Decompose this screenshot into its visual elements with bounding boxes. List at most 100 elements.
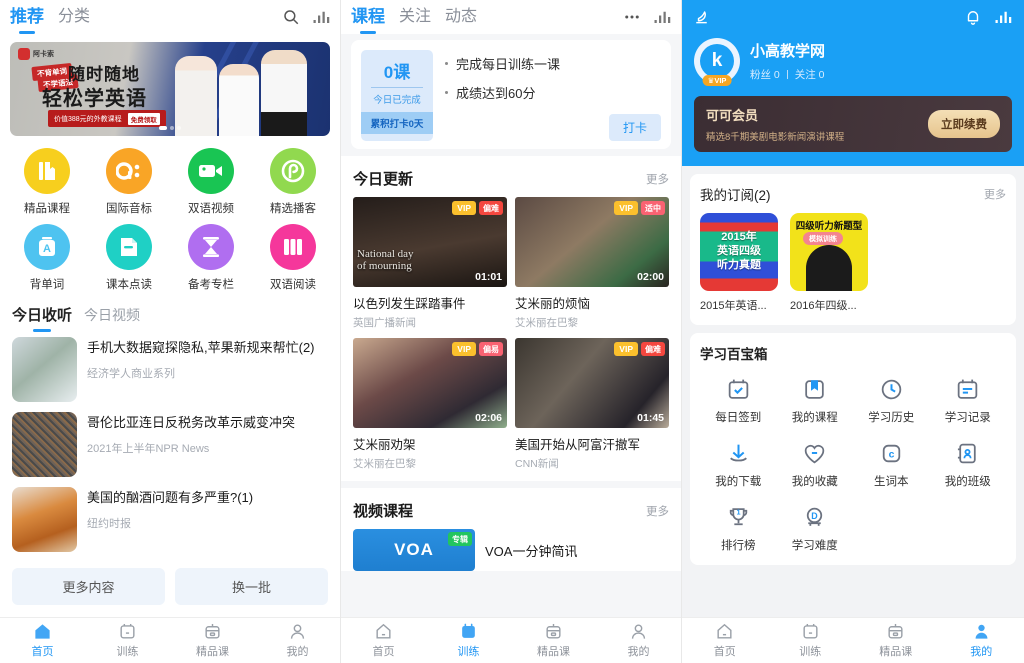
grid-label: 课本点读 [106, 279, 152, 291]
video-card[interactable]: VIP 偏难 National day of mourning 01:01 以色列… [353, 197, 507, 330]
pager-dot[interactable] [159, 126, 167, 130]
grid-item-podcast[interactable]: 精选播客 [252, 148, 334, 216]
nav-home[interactable]: 首页 [682, 622, 768, 659]
pager-dot[interactable] [170, 126, 174, 130]
tool-study-history[interactable]: 学习历史 [853, 377, 930, 425]
video-source: 艾米丽在巴黎 [515, 317, 578, 329]
grid-item-memorize-words[interactable]: A 背单词 [6, 224, 88, 292]
tool-vocabulary-book[interactable]: c 生词本 [853, 441, 930, 489]
tab-following[interactable]: 关注 [399, 8, 431, 27]
nav-profile[interactable]: 我的 [939, 622, 1024, 659]
video-card[interactable]: VIP 偏难 01:45 美国开始从阿富汗撤军 CNN新闻 [515, 338, 669, 471]
renew-button[interactable]: 立即续费 [928, 110, 1000, 138]
article-thumbnail [12, 337, 77, 402]
subscription-item[interactable]: 四级听力新题型 模拟训练 2016年四级... [790, 213, 868, 313]
video-thumbnail: VIP 偏难 National day of mourning 01:01 [353, 197, 507, 287]
divider [786, 70, 788, 79]
nav-course[interactable]: 精品课 [170, 622, 255, 659]
clock-icon [881, 379, 901, 400]
video-card[interactable]: VIP 偏易 02:06 艾米丽劝架 艾米丽在巴黎 [353, 338, 507, 471]
nav-training[interactable]: 训练 [768, 622, 854, 659]
section-more-link[interactable]: 更多 [646, 503, 669, 519]
tool-my-courses[interactable]: 我的课程 [777, 377, 854, 425]
banner-offer-text: 价值388元的外教课程 [54, 115, 122, 123]
tool-label: 我的班级 [944, 476, 991, 488]
nav-profile[interactable]: 我的 [596, 622, 681, 659]
toolbox-grid: 每日签到 我的课程 学习历史 学习记录 我的下载 我的收藏 c 生词本 我的班级… [700, 377, 1006, 553]
nav-training[interactable]: 训练 [85, 622, 170, 659]
three-phone-screenshots: 推荐 分类 阿卡索 不背单词 不学语法 随时随地 轻松学英语 价值388元的外教… [0, 0, 1024, 663]
nav-label: 精品课 [196, 646, 229, 658]
checkin-button[interactable]: 打卡 [608, 114, 661, 141]
grid-label: 精品课程 [24, 203, 70, 215]
grid-item-exam-column[interactable]: 备考专栏 [170, 224, 252, 292]
screen2-bottom-nav: 首页 训练 精品课 我的 [341, 617, 681, 663]
tab-recommend[interactable]: 推荐 [10, 8, 44, 27]
tool-leaderboard[interactable]: 1 排行榜 [700, 505, 777, 553]
article-title: 手机大数据窥探隐私,苹果新规来帮忙(2) [87, 340, 315, 355]
nav-profile[interactable]: 我的 [255, 622, 340, 659]
list-item[interactable]: 美国的酗酒问题有多严重?(1) 纽约时报 [12, 487, 328, 552]
video-source: CNN新闻 [515, 458, 559, 470]
promo-banner[interactable]: 阿卡索 不背单词 不学语法 随时随地 轻松学英语 价值388元的外教课程 免费领… [10, 42, 330, 136]
tool-daily-checkin[interactable]: 每日签到 [700, 377, 777, 425]
course-row[interactable]: VOA 专辑 VOA一分钟简讯 [341, 529, 681, 571]
tab-feed[interactable]: 动态 [445, 8, 477, 27]
grid-item-phonetics[interactable]: 国际音标 [88, 148, 170, 216]
tab-courses[interactable]: 课程 [351, 8, 385, 27]
search-icon[interactable] [282, 8, 300, 26]
article-source: 2021年上半年NPR News [87, 442, 210, 455]
course-thumbnail: VOA 专辑 [353, 529, 475, 571]
tool-study-record[interactable]: 学习记录 [930, 377, 1007, 425]
tool-label: 我的课程 [791, 412, 838, 424]
tool-my-class[interactable]: 我的班级 [930, 441, 1007, 489]
crown-icon: ♛ [707, 76, 715, 85]
nav-home[interactable]: 首页 [341, 622, 426, 659]
banner-brand-logo: 阿卡索 [18, 48, 54, 60]
nav-home[interactable]: 首页 [0, 622, 85, 659]
subtab-today-video[interactable]: 今日视频 [84, 305, 140, 329]
training-icon [803, 623, 818, 639]
list-item[interactable]: 手机大数据窥探隐私,苹果新规来帮忙(2) 经济学人商业系列 [12, 337, 328, 402]
banner-offer: 价值388元的外教课程 免费领取 [48, 110, 166, 127]
screen3-top-icons [964, 8, 1012, 26]
profile-icon [975, 624, 988, 639]
grid-item-premium-course[interactable]: 精品课程 [6, 148, 88, 216]
subtab-today-listen[interactable]: 今日收听 [12, 304, 72, 329]
tab-category[interactable]: 分类 [58, 8, 90, 27]
avatar[interactable]: k ♛VIP [694, 38, 740, 86]
night-mode-icon[interactable] [694, 8, 712, 26]
vip-title: 可可会员 [706, 108, 759, 123]
nav-training[interactable]: 训练 [426, 622, 511, 659]
screen-recorder-icon[interactable] [312, 8, 330, 26]
refresh-batch-button[interactable]: 换一批 [175, 568, 328, 605]
section-title: 学习百宝箱 [700, 347, 768, 362]
screen-recorder-icon[interactable] [994, 8, 1012, 26]
more-content-button[interactable]: 更多内容 [12, 568, 165, 605]
list-item[interactable]: 哥伦比亚连日反税务改革示威变冲突 2021年上半年NPR News [12, 412, 328, 477]
section-more-link[interactable]: 更多 [646, 171, 669, 187]
tool-my-downloads[interactable]: 我的下载 [700, 441, 777, 489]
tool-my-favorites[interactable]: 我的收藏 [777, 441, 854, 489]
fans-count[interactable]: 粉丝 0 [750, 67, 780, 82]
following-count[interactable]: 关注 0 [795, 67, 825, 82]
nav-label: 训练 [116, 646, 139, 658]
subscription-item[interactable]: 2015年 英语四级 听力真题 2015年英语... [700, 213, 778, 313]
screen-recorder-icon[interactable] [653, 8, 671, 26]
vip-banner[interactable]: 可可会员 精选8千期美剧电影新闻演讲课程 立即续费 [694, 96, 1012, 152]
album-badge: 专辑 [448, 532, 472, 546]
nav-course[interactable]: 精品课 [511, 622, 596, 659]
more-dots-icon[interactable] [623, 8, 641, 26]
video-card[interactable]: VIP 适中 02:00 艾米丽的烦恼 艾米丽在巴黎 [515, 197, 669, 330]
grid-item-textbook-reading[interactable]: 课本点读 [88, 224, 170, 292]
profile-summary[interactable]: k ♛VIP 小高教学网 粉丝 0 关注 0 [694, 34, 1012, 86]
tool-difficulty[interactable]: D 学习难度 [777, 505, 854, 553]
notification-bell-icon[interactable] [964, 8, 982, 26]
pager-dot[interactable] [177, 126, 181, 130]
grid-item-bilingual-reading[interactable]: 双语阅读 [252, 224, 334, 292]
section-more-link[interactable]: 更多 [984, 186, 1006, 202]
grid-label: 背单词 [29, 279, 65, 291]
grid-item-bilingual-video[interactable]: 双语视频 [170, 148, 252, 216]
nav-course[interactable]: 精品课 [853, 622, 939, 659]
task-text: 成绩达到60分 [456, 86, 536, 101]
